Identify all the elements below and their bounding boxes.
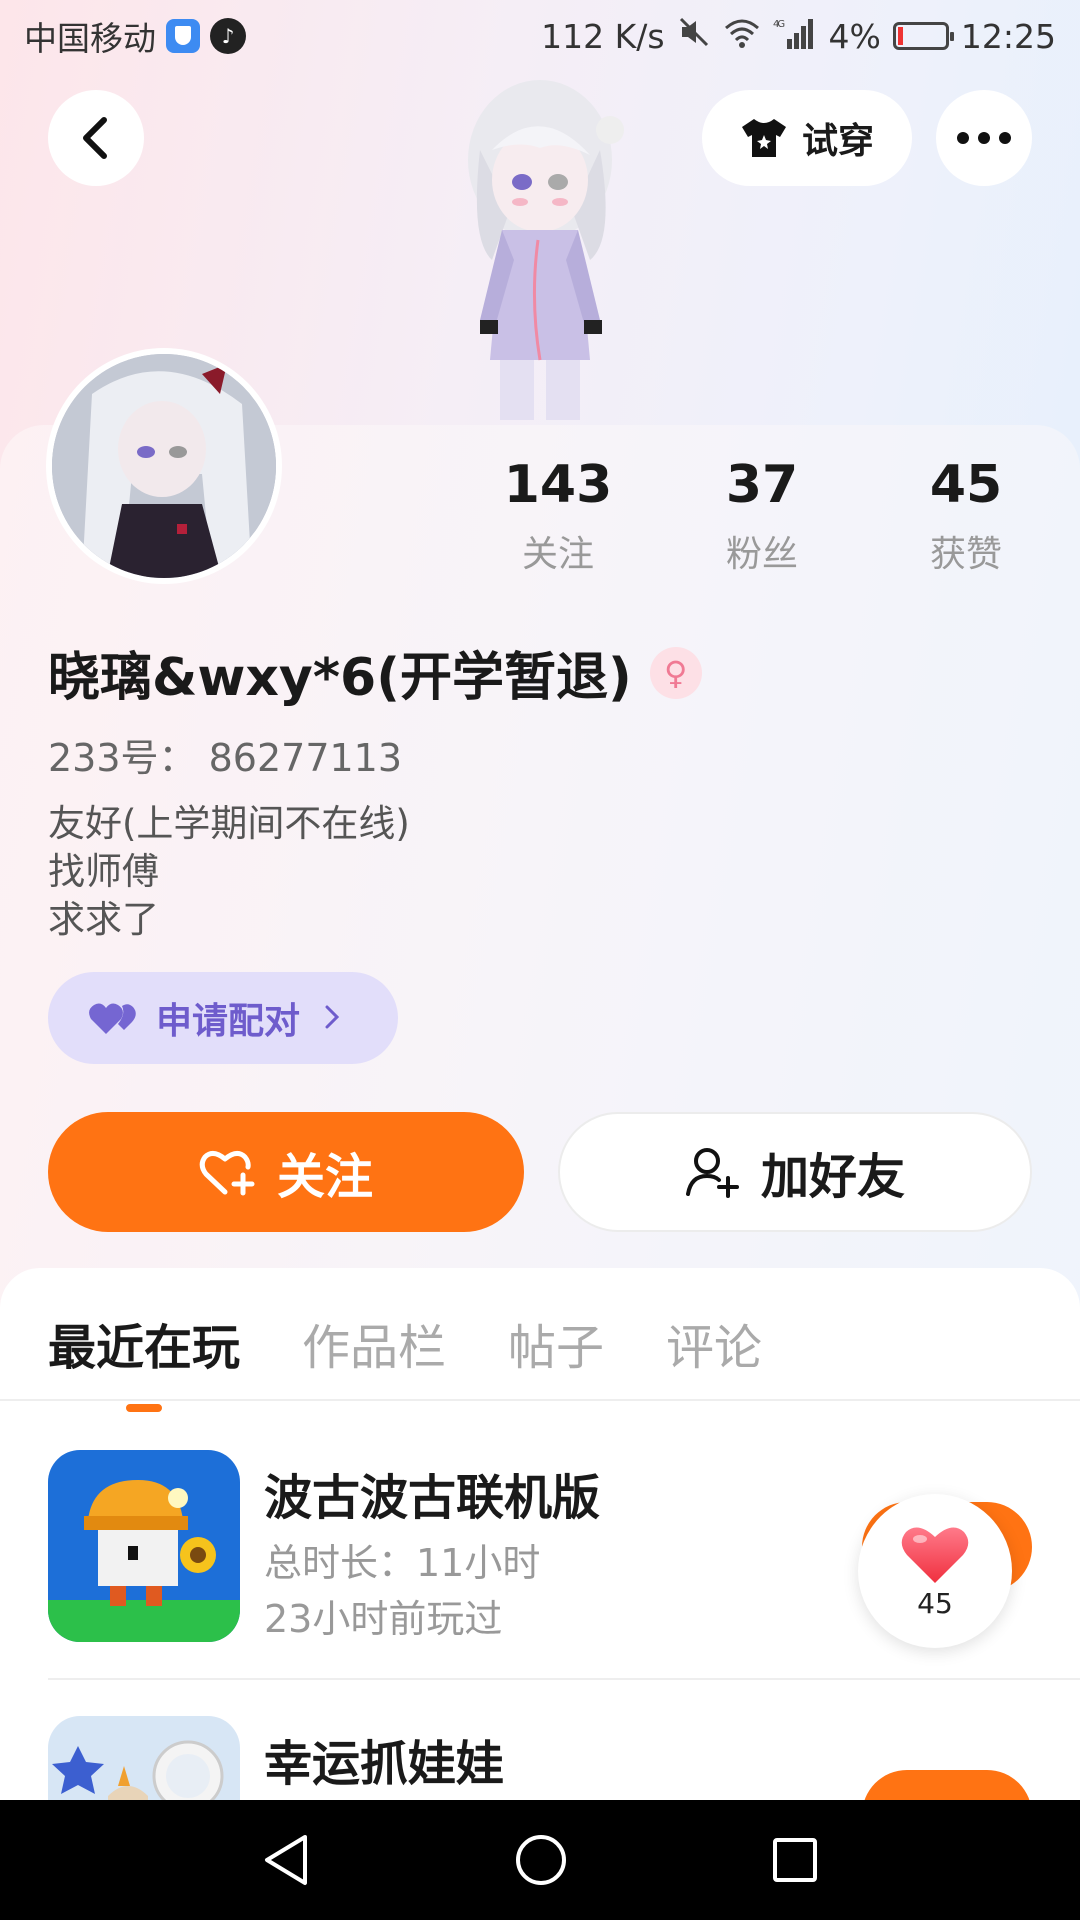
tabs-divider (0, 1399, 1080, 1401)
bio-line: 找师傅 (48, 850, 159, 893)
battery-percent: 4% (828, 16, 881, 56)
avatar-3d-character[interactable] (440, 70, 650, 430)
more-dots-icon (957, 132, 1011, 144)
tab-works[interactable]: 作品栏 (302, 1308, 446, 1378)
shield-icon (166, 19, 200, 53)
add-user-icon (685, 1148, 739, 1198)
stat-followers[interactable]: 37 粉丝 (672, 455, 852, 577)
system-nav-bar (0, 1800, 1080, 1920)
carrier-label: 中国移动 (24, 19, 156, 58)
stat-following-label: 关注 (521, 534, 594, 575)
nav-recents-icon[interactable] (771, 1836, 819, 1884)
game-title: 幸运抓娃娃 (264, 1736, 505, 1792)
battery-icon (892, 22, 954, 50)
try-on-button[interactable]: 试穿 (702, 90, 912, 186)
back-button[interactable] (48, 90, 144, 186)
profile-tabs: 最近在玩 作品栏 帖子 评论 (48, 1308, 762, 1378)
stat-following-count: 143 (503, 455, 613, 515)
user-name: 晓璃&wxy*6(开学暂退) (48, 648, 632, 708)
wifi-icon (723, 17, 761, 56)
chevron-right-icon (324, 998, 340, 1039)
add-friend-label: 加好友 (760, 1149, 905, 1205)
tab-recently-played[interactable]: 最近在玩 (48, 1308, 240, 1378)
clock: 12:25 (960, 16, 1056, 56)
network-type-label: 4G (773, 19, 784, 30)
nav-back-icon[interactable] (261, 1833, 311, 1887)
pair-request-label: 申请配对 (156, 1001, 301, 1042)
heart-icon (901, 1527, 969, 1583)
heart-plus-icon (199, 1151, 255, 1196)
stat-likes-count: 45 (929, 455, 1003, 515)
tab-posts[interactable]: 帖子 (508, 1308, 604, 1378)
female-gender-icon: ♀ (649, 646, 702, 699)
row-divider (48, 1678, 1080, 1680)
follow-label: 关注 (276, 1149, 373, 1205)
try-on-label: 试穿 (801, 121, 874, 162)
signal-icon: 4G (773, 17, 817, 56)
floating-like-button[interactable]: 45 (858, 1494, 1012, 1648)
stat-likes[interactable]: 45 获赞 (876, 455, 1056, 577)
pair-hearts-icon (89, 1003, 136, 1034)
user-id: 233号： 86277113 (48, 736, 403, 780)
game-icon-bogu[interactable] (48, 1450, 240, 1642)
shirt-icon (741, 119, 786, 157)
name-row: 晓璃&wxy*6(开学暂退) ♀ (48, 635, 702, 710)
avatar[interactable] (46, 348, 282, 584)
bio-line: 求求了 (48, 898, 159, 941)
bio-line: 友好(上学期间不在线) (48, 802, 410, 845)
stat-followers-label: 粉丝 (725, 534, 798, 575)
nav-home-icon[interactable] (514, 1833, 568, 1887)
stat-followers-count: 37 (725, 455, 799, 515)
more-button[interactable] (936, 90, 1032, 186)
tab-comments[interactable]: 评论 (666, 1308, 762, 1378)
like-count: 45 (917, 1586, 953, 1620)
stat-following[interactable]: 143 关注 (468, 455, 648, 577)
status-bar: 中国移动 ♪ 112 K/s 4G 4% 12:25 (0, 0, 1080, 72)
game-title: 波古波古联机版 (264, 1470, 601, 1526)
game-duration: 总时长：11小时 (264, 1541, 541, 1585)
user-bio: 友好(上学期间不在线) 找师傅 求求了 (48, 800, 410, 944)
back-arrow-icon (83, 117, 107, 159)
stat-likes-label: 获赞 (929, 534, 1002, 575)
pair-request-button[interactable]: 申请配对 (48, 972, 398, 1064)
tiktok-icon: ♪ (210, 18, 246, 54)
mute-icon (677, 15, 711, 57)
add-friend-button[interactable]: 加好友 (558, 1112, 1032, 1232)
game-last-played: 23小时前玩过 (264, 1597, 503, 1641)
network-speed: 112 K/s (541, 16, 665, 56)
follow-button[interactable]: 关注 (48, 1112, 524, 1232)
